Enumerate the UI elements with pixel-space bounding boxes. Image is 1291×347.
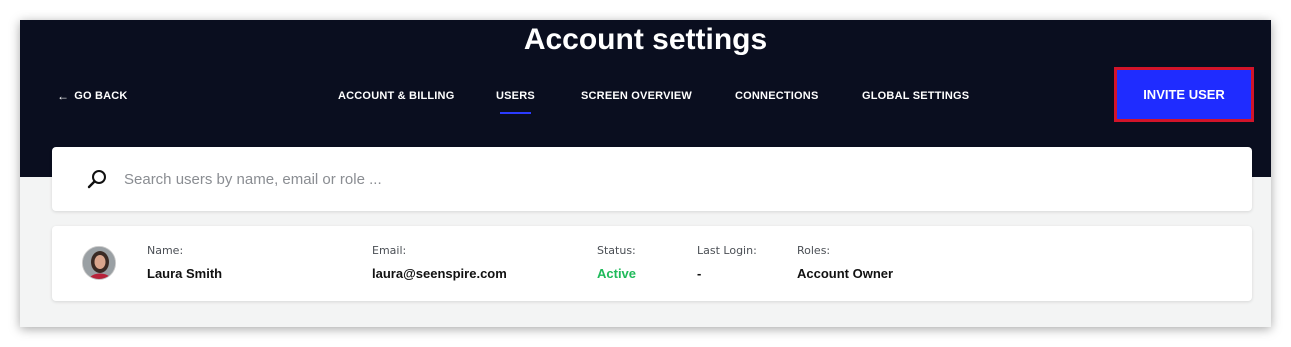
user-row[interactable]: Name: Laura Smith Email: laura@seenspire… (52, 226, 1252, 301)
user-email-field: Email: laura@seenspire.com (372, 244, 507, 282)
tab-global-settings[interactable]: GLOBAL SETTINGS (862, 90, 969, 102)
tab-connections[interactable]: CONNECTIONS (735, 90, 818, 102)
user-roles-field: Roles: Account Owner (797, 244, 893, 282)
user-status-field: Status: Active (597, 244, 636, 282)
user-roles: Account Owner (797, 266, 894, 281)
user-name: Laura Smith (147, 266, 223, 281)
tab-users[interactable]: USERS (496, 90, 535, 114)
user-avatar (82, 246, 116, 280)
search-input[interactable] (124, 165, 1224, 193)
search-bar (52, 147, 1252, 211)
account-settings-window: Account settings ← GO BACK ACCOUNT & BIL… (20, 20, 1271, 327)
user-email: laura@seenspire.com (372, 266, 507, 281)
user-last-login: - (697, 266, 702, 281)
user-name-field: Name: Laura Smith (147, 244, 222, 282)
email-label: Email: (372, 244, 407, 257)
last-login-label: Last Login: (697, 244, 757, 257)
name-label: Name: (147, 244, 184, 257)
invite-user-button[interactable]: INVITE USER (1114, 67, 1254, 122)
tab-account-billing[interactable]: ACCOUNT & BILLING (338, 90, 454, 102)
user-last-login-field: Last Login: - (697, 244, 757, 282)
roles-label: Roles: (797, 244, 831, 257)
search-icon (86, 168, 108, 190)
page-title: Account settings (523, 23, 768, 56)
status-label: Status: (597, 244, 636, 257)
tab-screen-overview[interactable]: SCREEN OVERVIEW (581, 90, 692, 102)
settings-tabs: ACCOUNT & BILLING USERS SCREEN OVERVIEW … (20, 90, 1271, 116)
status-badge: Active (597, 266, 637, 281)
